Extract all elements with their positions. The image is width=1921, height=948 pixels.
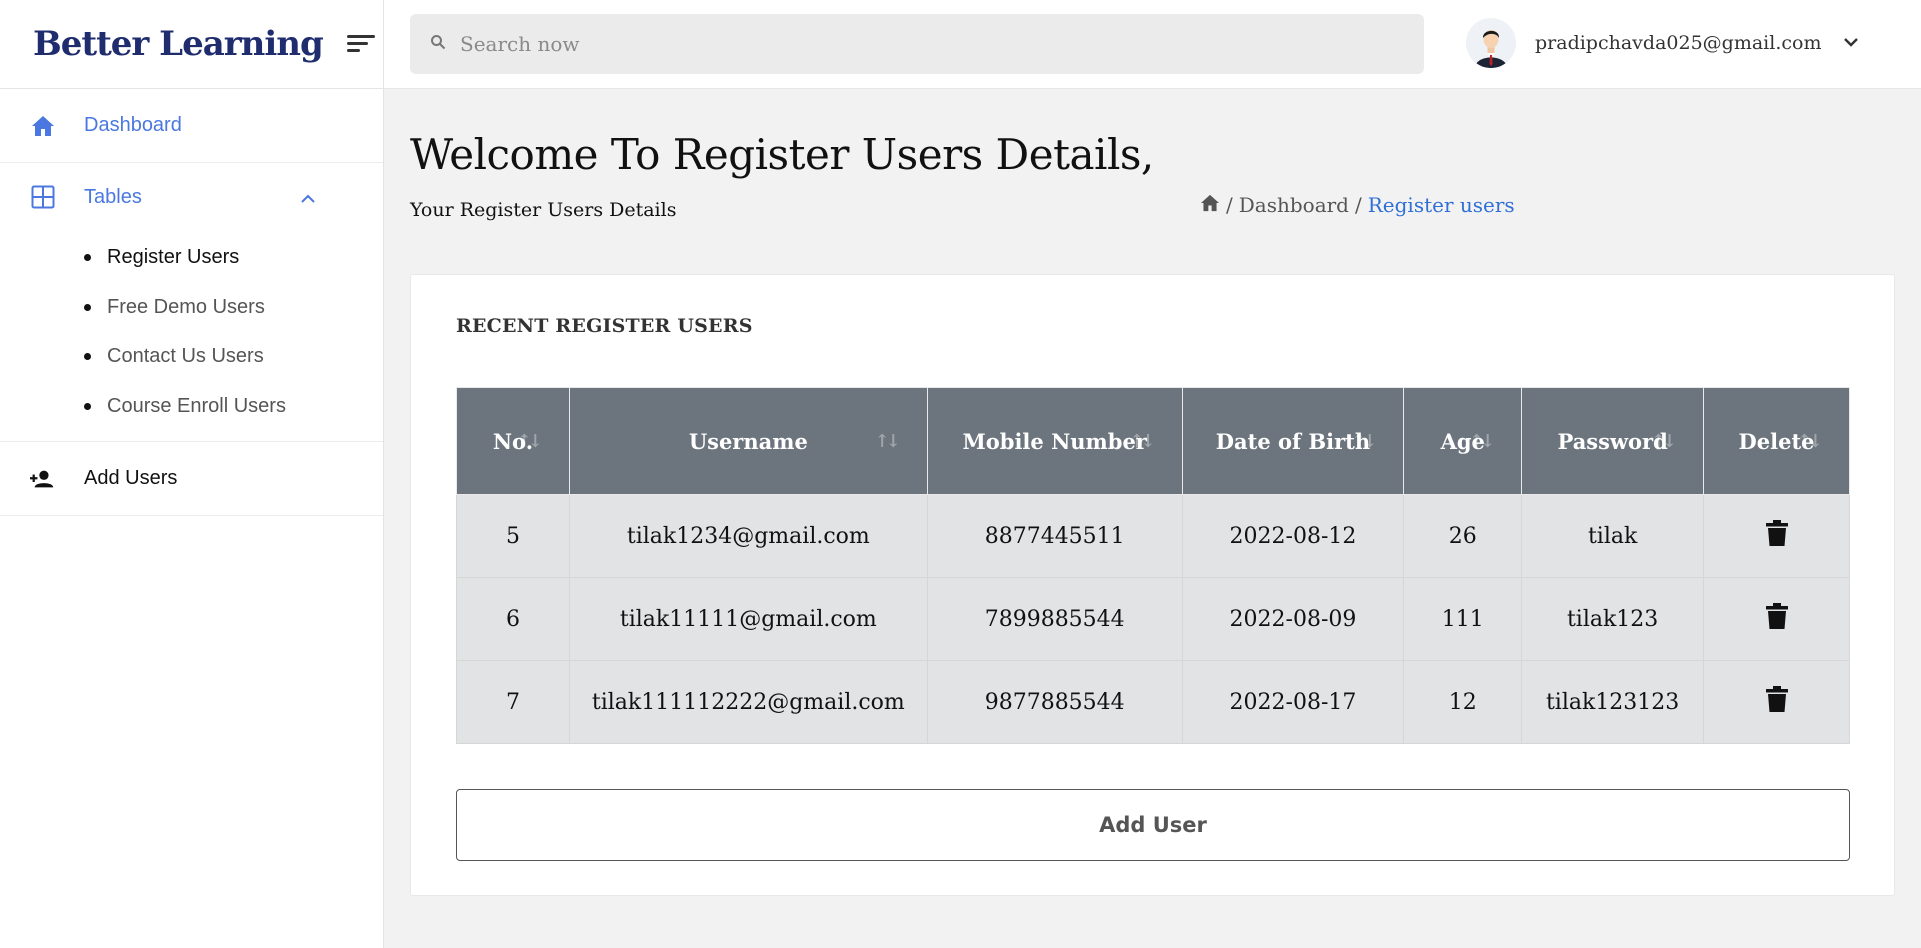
user-email: pradipchavda025@gmail.com	[1535, 32, 1822, 54]
column-header-mobile[interactable]: Mobile Number ↑↓	[926, 387, 1183, 495]
sidebar-item-dashboard[interactable]: Dashboard	[0, 89, 383, 163]
sidebar-subitem-label: Register Users	[107, 246, 240, 269]
chevron-up-icon[interactable]	[301, 186, 315, 209]
breadcrumb: / Dashboard / Register users	[1200, 193, 1515, 217]
cell-mobile: 7899885544	[926, 577, 1183, 661]
trash-icon[interactable]	[1765, 603, 1788, 635]
column-header-username[interactable]: Username ↑↓	[568, 387, 928, 495]
bullet-icon	[84, 254, 91, 262]
cell-age: 111	[1403, 577, 1523, 661]
cell-username: tilak1234@gmail.com	[568, 494, 928, 578]
trash-icon[interactable]	[1765, 520, 1788, 552]
column-header-no[interactable]: No. ↑↓	[456, 387, 570, 495]
cell-dob: 2022-08-12	[1181, 494, 1405, 578]
breadcrumb-current[interactable]: Register users	[1368, 193, 1515, 217]
column-header-age[interactable]: Age ↑↓	[1403, 387, 1523, 495]
sidebar: Better Learning Dashboard Tables Registe…	[0, 0, 384, 948]
sort-icon: ↑↓	[1796, 431, 1823, 452]
add-user-button[interactable]: Add User	[456, 789, 1850, 861]
menu-icon[interactable]	[346, 33, 375, 55]
bullet-icon	[84, 353, 91, 361]
cell-username: tilak11111@gmail.com	[568, 577, 928, 661]
cell-no: 5	[456, 494, 570, 578]
column-header-dob[interactable]: Date of Birth ↑↓	[1181, 387, 1405, 495]
cell-mobile: 8877445511	[926, 494, 1183, 578]
sidebar-subitem-free-demo-users[interactable]: Free Demo Users	[0, 283, 383, 333]
table-row: 7 tilak111112222@gmail.com 9877885544 20…	[456, 660, 1850, 744]
home-icon[interactable]	[1200, 193, 1220, 217]
column-header-password[interactable]: Password ↑↓	[1521, 387, 1705, 495]
column-header-delete[interactable]: Delete ↑↓	[1703, 387, 1850, 495]
breadcrumb-separator: /	[1354, 193, 1362, 217]
breadcrumb-dashboard[interactable]: Dashboard	[1239, 193, 1349, 217]
brand-header: Better Learning	[0, 0, 383, 89]
chevron-down-icon[interactable]	[1843, 34, 1859, 52]
sidebar-item-tables[interactable]: Tables	[0, 163, 383, 231]
table-header-row: No. ↑↓ Username ↑↓ Mobile Number ↑↓ Date of…	[456, 387, 1850, 495]
cell-dob: 2022-08-17	[1181, 660, 1405, 744]
sidebar-item-add-users[interactable]: Add Users	[0, 442, 383, 516]
page-subtitle: Your Register Users Details	[410, 199, 677, 221]
cell-password: tilak123	[1521, 577, 1705, 661]
sidebar-item-label: Dashboard	[84, 114, 182, 136]
bullet-icon	[84, 402, 91, 410]
tables-submenu: Register Users Free Demo Users Contact U…	[0, 231, 383, 442]
cell-delete	[1703, 494, 1850, 578]
grid-icon	[30, 184, 56, 210]
cell-no: 7	[456, 660, 570, 744]
sort-icon: ↑↓	[1129, 431, 1155, 452]
search-input[interactable]	[460, 32, 1360, 56]
trash-icon[interactable]	[1765, 686, 1788, 718]
sidebar-subitem-contact-us-users[interactable]: Contact Us Users	[0, 332, 383, 382]
cell-no: 6	[456, 577, 570, 661]
sort-icon: ↑↓	[874, 431, 901, 452]
search-box	[410, 14, 1424, 74]
sidebar-subitem-course-enroll-users[interactable]: Course Enroll Users	[0, 382, 383, 432]
cell-dob: 2022-08-09	[1181, 577, 1405, 661]
cell-password: tilak123123	[1521, 660, 1705, 744]
avatar	[1466, 18, 1516, 68]
table-row: 5 tilak1234@gmail.com 8877445511 2022-08…	[456, 494, 1850, 578]
cell-delete	[1703, 577, 1850, 661]
sidebar-item-label: Add Users	[84, 467, 178, 489]
user-menu[interactable]: pradipchavda025@gmail.com	[1466, 18, 1859, 68]
brand-logo[interactable]: Better Learning	[33, 24, 324, 64]
sort-icon: ↑↓	[516, 431, 543, 452]
recent-users-card: RECENT REGISTER USERS No. ↑↓ Username ↑↓ M…	[410, 274, 1895, 896]
table-row: 6 tilak11111@gmail.com 7899885544 2022-0…	[456, 577, 1850, 661]
breadcrumb-separator: /	[1226, 193, 1233, 217]
sidebar-subitem-label: Free Demo Users	[107, 295, 265, 318]
sort-icon: ↑↓	[1351, 431, 1377, 452]
cell-age: 26	[1403, 494, 1523, 578]
sidebar-subitem-register-users[interactable]: Register Users	[0, 233, 383, 283]
sidebar-subitem-label: Course Enroll Users	[107, 394, 286, 417]
sort-icon: ↑↓	[1469, 431, 1495, 452]
topbar: pradipchavda025@gmail.com	[384, 0, 1921, 89]
cell-username: tilak111112222@gmail.com	[568, 660, 928, 744]
sidebar-subitem-label: Contact Us Users	[107, 345, 264, 368]
cell-delete	[1703, 660, 1850, 744]
cell-password: tilak	[1521, 494, 1705, 578]
cell-mobile: 9877885544	[926, 660, 1183, 744]
person-add-icon	[30, 466, 56, 492]
page-title: Welcome To Register Users Details,	[410, 130, 1154, 179]
bullet-icon	[84, 303, 91, 311]
search-icon	[430, 34, 446, 55]
card-title: RECENT REGISTER USERS	[456, 315, 753, 337]
users-table: No. ↑↓ Username ↑↓ Mobile Number ↑↓ Date of…	[456, 387, 1850, 744]
cell-age: 12	[1403, 660, 1523, 744]
sidebar-item-label: Tables	[84, 185, 142, 208]
home-icon	[30, 113, 56, 139]
sort-icon: ↑↓	[1650, 431, 1677, 452]
